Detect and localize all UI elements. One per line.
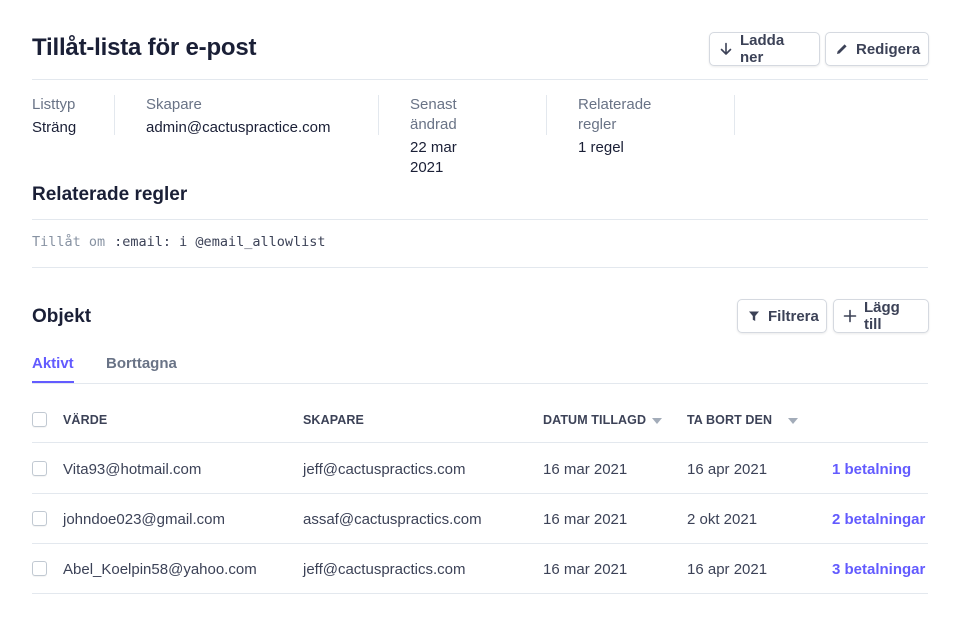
cell-remove-date: 16 apr 2021 — [687, 561, 768, 578]
tab-removed[interactable]: Borttagna — [106, 355, 177, 372]
meta-value: 22 mar 2021 — [410, 139, 457, 176]
rules-divider-top — [32, 219, 928, 220]
meta-divider — [114, 95, 115, 135]
row-checkbox[interactable] — [32, 561, 47, 576]
column-header-remove-date[interactable]: TA BORT DEN — [687, 413, 772, 427]
add-button-label: Lägg till — [864, 299, 900, 333]
tab-active-indicator — [32, 381, 74, 383]
cell-value: Abel_Koelpin58@yahoo.com — [63, 561, 257, 578]
cell-payments-link[interactable]: 2 betalningar — [832, 511, 925, 528]
row-divider — [32, 593, 928, 594]
row-divider — [32, 543, 928, 544]
cell-date-added: 16 mar 2021 — [543, 561, 628, 578]
add-button[interactable]: Lägg till — [833, 299, 929, 333]
pencil-icon — [835, 42, 849, 56]
cell-remove-date: 2 okt 2021 — [687, 511, 758, 528]
cell-payments-link[interactable]: 1 betalning — [832, 461, 911, 478]
sort-date-added-icon[interactable] — [652, 418, 662, 424]
edit-button[interactable]: Redigera — [825, 32, 929, 66]
download-button[interactable]: Ladda ner — [709, 32, 820, 66]
page-header: Tillåt-lista för e-post Ladda ner Redige… — [32, 32, 929, 66]
header-divider — [32, 79, 928, 80]
meta-value: admin@cactuspractice.com — [146, 119, 331, 136]
meta-value: Sträng — [32, 119, 77, 136]
funnel-icon — [747, 309, 761, 323]
rule-expression: Tillåt om :email: i @email_allowlist — [32, 234, 325, 250]
cell-value: Vita93@hotmail.com — [63, 461, 202, 478]
meta-label: Relaterade regler — [578, 96, 652, 133]
edit-button-label: Redigera — [856, 40, 921, 58]
objects-title: Objekt — [32, 306, 92, 327]
meta-divider — [546, 95, 547, 135]
column-header-value[interactable]: VÄRDE — [63, 413, 107, 427]
column-header-creator[interactable]: SKAPARE — [303, 413, 364, 427]
cell-date-added: 16 mar 2021 — [543, 511, 628, 528]
cell-creator: assaf@cactuspractics.com — [303, 511, 482, 528]
meta-label: Senast ändrad — [410, 96, 457, 133]
meta-last-modified: Senast ändrad 22 mar 2021 — [410, 95, 457, 176]
meta-creator: Skapare admin@cactuspractice.com — [146, 95, 330, 137]
column-header-date-added[interactable]: DATUM TILLAGD — [543, 413, 646, 427]
select-all-checkbox[interactable] — [32, 412, 47, 427]
arrow-down-icon — [719, 42, 733, 56]
meta-value: 1 regel — [578, 139, 624, 156]
rule-keyword: Tillåt om — [32, 234, 106, 250]
meta-divider — [378, 95, 379, 135]
sort-remove-date-icon[interactable] — [788, 418, 798, 424]
plus-icon — [843, 309, 857, 323]
meta-divider — [734, 95, 735, 135]
tabs-divider — [32, 383, 928, 384]
filter-button[interactable]: Filtrera — [737, 299, 827, 333]
cell-remove-date: 16 apr 2021 — [687, 461, 768, 478]
row-divider — [32, 493, 928, 494]
page-title: Tillåt-lista för e-post — [32, 34, 257, 61]
cell-date-added: 16 mar 2021 — [543, 461, 628, 478]
row-checkbox[interactable] — [32, 461, 47, 476]
cell-value: johndoe023@gmail.com — [63, 511, 225, 528]
meta-label: Listtyp — [32, 96, 76, 113]
cell-creator: jeff@cactuspractics.com — [303, 561, 466, 578]
filter-button-label: Filtrera — [768, 307, 819, 325]
download-button-label: Ladda ner — [740, 32, 785, 66]
meta-label: Skapare — [146, 96, 202, 113]
rules-divider-bottom — [32, 267, 928, 268]
meta-list-type: Listtyp Sträng — [32, 95, 76, 137]
cell-payments-link[interactable]: 3 betalningar — [832, 561, 925, 578]
related-rules-title: Relaterade regler — [32, 184, 188, 205]
meta-related-rules: Relaterade regler 1 regel — [578, 95, 652, 156]
row-checkbox[interactable] — [32, 511, 47, 526]
cell-creator: jeff@cactuspractics.com — [303, 461, 466, 478]
table-header-divider — [32, 442, 928, 443]
tab-active[interactable]: Aktivt — [32, 355, 74, 372]
rule-condition: :email: i @email_allowlist — [114, 234, 326, 250]
